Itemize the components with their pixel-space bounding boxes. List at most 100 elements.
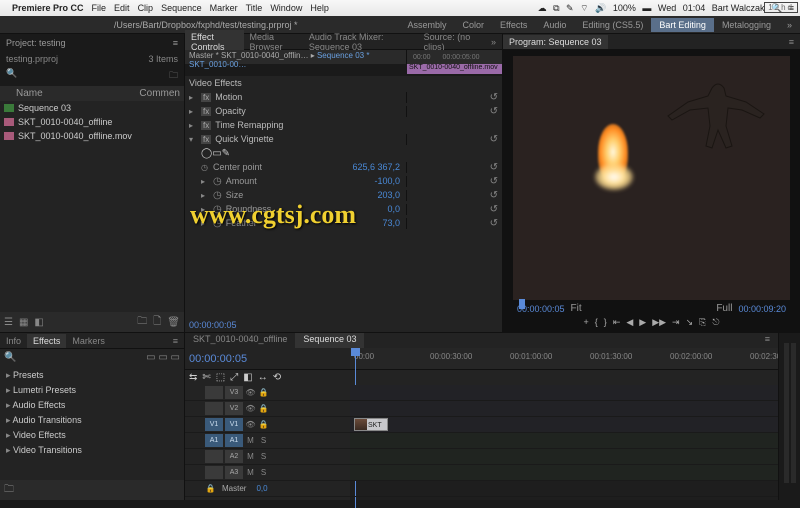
step-forward-icon[interactable]: ▶▶ xyxy=(652,317,666,328)
workspace-metalogging[interactable]: Metalogging xyxy=(714,18,779,32)
tray-flag-icon[interactable]: ▬ xyxy=(642,3,651,13)
extract-icon[interactable]: ⎘ xyxy=(699,317,706,328)
src-patch[interactable] xyxy=(205,466,223,479)
track-target[interactable]: A1 xyxy=(225,434,243,447)
param-feather-value[interactable]: 73,0 xyxy=(382,218,400,228)
track-lane-a1[interactable] xyxy=(350,433,778,449)
tray-cloud-icon[interactable]: ☁ xyxy=(538,3,547,13)
preset-folder[interactable]: Presets xyxy=(2,368,182,383)
timeline-tab[interactable]: SKT_0010-0040_offline xyxy=(185,333,295,348)
menu-marker[interactable]: Marker xyxy=(210,3,238,13)
playhead-icon[interactable] xyxy=(519,299,525,309)
src-patch[interactable] xyxy=(205,450,223,463)
export-frame-icon[interactable]: ⎋ xyxy=(712,317,719,328)
reset-icon[interactable]: ↺ xyxy=(490,106,498,117)
new-item-icon[interactable]: 🗋 xyxy=(153,314,161,331)
reset-icon[interactable]: ↺ xyxy=(490,92,498,103)
panel-menu-icon[interactable]: ≡ xyxy=(173,38,178,48)
track-target[interactable]: V3 xyxy=(225,386,243,399)
panel-menu-icon[interactable]: ≡ xyxy=(783,35,800,49)
workspace-effects[interactable]: Effects xyxy=(492,18,535,32)
new-bin-icon[interactable]: 🗀 xyxy=(137,314,147,331)
menu-clip[interactable]: Clip xyxy=(138,3,154,13)
tl-tool-icon[interactable]: ⬚ xyxy=(216,372,225,383)
lock-icon[interactable]: 🔒 xyxy=(258,420,269,429)
preset-folder[interactable]: Audio Transitions xyxy=(2,413,182,428)
go-to-in-icon[interactable]: ⇤ xyxy=(613,317,621,328)
lock-icon[interactable]: 🔒 xyxy=(205,484,216,493)
icon-view-icon[interactable]: ▦ xyxy=(19,317,28,328)
timeline-clip[interactable]: SKT xyxy=(354,418,388,431)
tl-tool-icon[interactable]: ⇆ xyxy=(189,372,197,383)
timeline-ruler[interactable]: 00:00 00:00:30:00 00:01:00:00 00:01:30:0… xyxy=(350,348,778,369)
tab-overflow-icon[interactable]: » xyxy=(485,35,502,49)
go-to-out-icon[interactable]: ⇥ xyxy=(672,317,680,328)
eye-icon[interactable]: 👁 xyxy=(245,404,256,413)
mute-icon[interactable]: M xyxy=(245,468,256,477)
search-icon[interactable]: 🔍 xyxy=(6,68,17,78)
timeline-timecode[interactable]: 00:00:00:05 xyxy=(189,353,247,365)
tray-battery[interactable]: 100% xyxy=(613,3,636,13)
src-patch[interactable] xyxy=(205,386,223,399)
track-target[interactable]: A2 xyxy=(225,450,243,463)
src-patch[interactable]: V1 xyxy=(205,418,223,431)
track-lane-a2[interactable] xyxy=(350,449,778,465)
preset-folder[interactable]: Video Effects xyxy=(2,428,182,443)
preset-folder[interactable]: Lumetri Presets xyxy=(2,383,182,398)
twirl-icon[interactable]: ▸ xyxy=(201,219,209,228)
tab-markers[interactable]: Markers xyxy=(66,334,111,348)
eye-icon[interactable]: 👁 xyxy=(245,420,256,429)
fx-clip-bar[interactable]: SKT_0010-0040_offline.mov xyxy=(407,64,502,74)
tl-tool-icon[interactable]: ⟲ xyxy=(273,372,281,383)
workspace-bart-editing[interactable]: Bart Editing xyxy=(651,18,714,32)
reset-icon[interactable]: ↺ xyxy=(490,204,498,215)
src-patch[interactable]: A1 xyxy=(205,434,223,447)
timeline-tab[interactable]: Sequence 03 xyxy=(295,333,364,348)
col-name[interactable]: Name xyxy=(4,88,139,99)
col-comment[interactable]: Commen xyxy=(139,88,180,99)
panel-menu-icon[interactable]: ≡ xyxy=(167,334,184,348)
project-item[interactable]: SKT_0010-0040_offline xyxy=(0,115,184,129)
mark-in-icon[interactable]: { xyxy=(595,317,598,328)
mute-icon[interactable]: M xyxy=(245,452,256,461)
project-item[interactable]: Sequence 03 xyxy=(0,101,184,115)
step-back-icon[interactable]: ◀ xyxy=(626,317,633,328)
workspace-editing-cs55[interactable]: Editing (CS5.5) xyxy=(574,18,651,32)
track-lane-v2[interactable] xyxy=(350,401,778,417)
tray-evernote-icon[interactable]: ✎ xyxy=(566,3,574,13)
menu-help[interactable]: Help xyxy=(310,3,329,13)
tray-dropbox-icon[interactable]: ⧉ xyxy=(553,3,559,13)
master-level[interactable]: 0,0 xyxy=(256,484,267,493)
mute-icon[interactable]: M xyxy=(245,436,256,445)
stopwatch-icon[interactable]: ◷ xyxy=(213,218,222,229)
panel-menu-icon[interactable]: ≡ xyxy=(757,333,778,348)
reset-icon[interactable]: ↺ xyxy=(490,176,498,187)
reset-icon[interactable]: ↺ xyxy=(490,190,498,201)
fx-timecode[interactable]: 00:00:00:05 xyxy=(189,320,237,330)
reset-icon[interactable]: ↺ xyxy=(490,218,498,229)
tab-info[interactable]: Info xyxy=(0,334,27,348)
tray-speaker-icon[interactable]: 🔊 xyxy=(595,3,606,13)
reset-icon[interactable]: ↺ xyxy=(490,134,498,145)
lock-icon[interactable]: 🔒 xyxy=(258,388,269,397)
mark-out-icon[interactable]: } xyxy=(604,317,607,328)
play-icon[interactable]: ▶ xyxy=(639,317,646,328)
timeline-lanes[interactable]: SKT xyxy=(350,385,778,500)
freeform-view-icon[interactable]: ◧ xyxy=(34,317,43,328)
list-view-icon[interactable]: ☰ xyxy=(4,317,13,328)
trash-icon[interactable]: 🗑 xyxy=(167,317,180,328)
project-item[interactable]: SKT_0010-0040_offline.mov xyxy=(0,129,184,143)
tab-effects[interactable]: Effects xyxy=(27,334,66,348)
preset-folder[interactable]: Video Transitions xyxy=(2,443,182,458)
new-bin-icon[interactable]: 🗀 xyxy=(4,482,14,499)
program-fit[interactable]: Fit xyxy=(571,303,582,314)
solo-icon[interactable]: S xyxy=(258,436,269,445)
workspace-audio[interactable]: Audio xyxy=(535,18,574,32)
menu-title[interactable]: Title xyxy=(246,3,263,13)
preset-folder[interactable]: Audio Effects xyxy=(2,398,182,413)
workspace-overflow-icon[interactable]: » xyxy=(779,18,800,32)
track-lane-v3[interactable] xyxy=(350,385,778,401)
track-target[interactable]: V1 xyxy=(225,418,243,431)
app-name[interactable]: Premiere Pro CC xyxy=(12,3,84,13)
track-target[interactable]: A3 xyxy=(225,466,243,479)
